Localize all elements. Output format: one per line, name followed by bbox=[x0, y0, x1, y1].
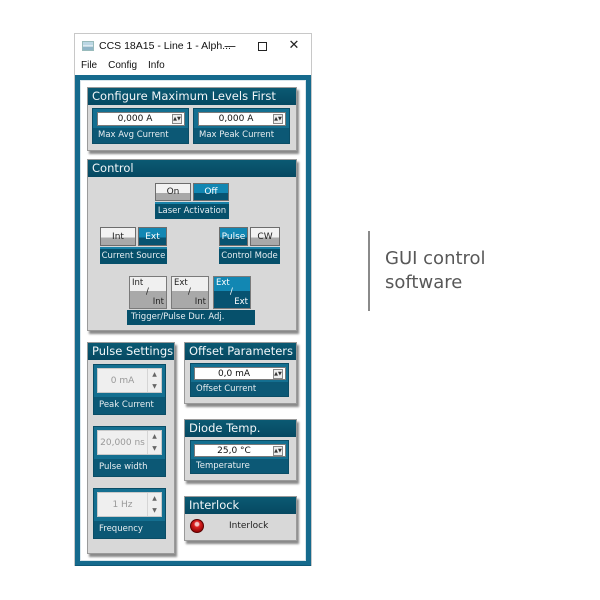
diode-temp-title: Diode Temp. bbox=[185, 420, 296, 437]
spinner-arrows-icon[interactable]: ▲▼ bbox=[273, 445, 283, 456]
interlock-title: Interlock bbox=[185, 497, 296, 514]
max-avg-current-spinner[interactable]: 0,000 A ▲▼ bbox=[97, 112, 185, 126]
frequency-value: 1 Hz bbox=[112, 499, 133, 510]
trigger-label: Trigger/Pulse Dur. Adj. bbox=[127, 310, 255, 325]
content-frame: Configure Maximum Levels First 0,000 A ▲… bbox=[80, 80, 306, 561]
temperature-value: 25,0 °C bbox=[217, 445, 251, 456]
max-levels-title: Configure Maximum Levels First bbox=[88, 88, 296, 105]
maximize-icon bbox=[257, 42, 267, 51]
temperature-label: Temperature bbox=[196, 461, 250, 471]
pulse-width-value: 20,000 ns bbox=[100, 437, 145, 448]
peak-current-value: 0 mA bbox=[110, 375, 135, 386]
app-icon bbox=[82, 41, 94, 51]
frequency-label: Frequency bbox=[99, 524, 143, 534]
spinner-arrows-icon[interactable]: ▲▼ bbox=[172, 114, 182, 124]
source-ext-button[interactable]: Ext bbox=[138, 227, 167, 246]
offset-current-spinner[interactable]: 0,0 mA ▲▼ bbox=[194, 367, 286, 380]
max-levels-panel: Configure Maximum Levels First 0,000 A ▲… bbox=[87, 87, 297, 151]
pulse-width-field: 20,000 ns ▲ ▼ Pulse width bbox=[93, 426, 166, 477]
trigger-group: Int / Int Ext / Int Ext / Ext Trigger/Pulse Du… bbox=[127, 273, 255, 325]
minimize-button[interactable]: — bbox=[214, 34, 246, 58]
laser-off-button[interactable]: Off bbox=[193, 183, 229, 201]
offset-panel: Offset Parameters 0,0 mA ▲▼ Offset Curre… bbox=[184, 342, 297, 404]
menu-bar: File Config Info bbox=[75, 58, 311, 75]
window-title: CCS 18A15 - Line 1 - Alph... bbox=[99, 40, 231, 52]
interlock-panel: Interlock Interlock bbox=[184, 496, 297, 541]
control-mode-label: Control Mode bbox=[219, 249, 280, 264]
caption-divider bbox=[368, 231, 370, 311]
pulse-width-spinner[interactable]: 20,000 ns ▲ ▼ bbox=[97, 430, 162, 455]
spinner-arrows-icon[interactable]: ▲▼ bbox=[147, 431, 161, 454]
source-int-button[interactable]: Int bbox=[100, 227, 136, 246]
interlock-led-icon bbox=[190, 519, 204, 533]
title-bar: CCS 18A15 - Line 1 - Alph... — ✕ bbox=[75, 34, 311, 58]
max-avg-current-label: Max Avg Current bbox=[98, 130, 169, 140]
spinner-arrows-icon[interactable]: ▲▼ bbox=[147, 369, 161, 392]
frequency-field: 1 Hz ▲ ▼ Frequency bbox=[93, 488, 166, 539]
control-panel: Control On Off Laser Activation Int Ext … bbox=[87, 159, 297, 331]
trigger-ext-int-button[interactable]: Ext / Int bbox=[171, 276, 209, 309]
spinner-arrows-icon[interactable]: ▲▼ bbox=[273, 114, 283, 124]
trigger-ext-ext-button[interactable]: Ext / Ext bbox=[213, 276, 251, 309]
max-peak-current-spinner[interactable]: 0,000 A ▲▼ bbox=[198, 112, 286, 126]
max-peak-current-label: Max Peak Current bbox=[199, 130, 275, 140]
offset-current-value: 0,0 mA bbox=[217, 368, 251, 379]
app-window: CCS 18A15 - Line 1 - Alph... — ✕ File Co… bbox=[74, 33, 312, 566]
laser-activation-label: Laser Activation bbox=[155, 204, 229, 219]
offset-current-field: 0,0 mA ▲▼ Offset Current bbox=[190, 363, 289, 397]
caption-line-1: GUI control bbox=[385, 248, 486, 269]
max-peak-field: 0,000 A ▲▼ Max Peak Current bbox=[193, 108, 290, 144]
temperature-field: 25,0 °C ▲▼ Temperature bbox=[190, 440, 289, 474]
caption-line-2: software bbox=[385, 272, 463, 293]
menu-config[interactable]: Config bbox=[102, 58, 142, 75]
interlock-label: Interlock bbox=[229, 521, 269, 531]
max-avg-current-value: 0,000 A bbox=[117, 114, 153, 124]
peak-current-field: 0 mA ▲ ▼ Peak Current bbox=[93, 364, 166, 415]
menu-file[interactable]: File bbox=[75, 58, 102, 75]
close-button[interactable]: ✕ bbox=[278, 34, 310, 58]
client-area: Configure Maximum Levels First 0,000 A ▲… bbox=[75, 75, 311, 566]
frequency-spinner[interactable]: 1 Hz ▲ ▼ bbox=[97, 492, 162, 517]
max-avg-field: 0,000 A ▲▼ Max Avg Current bbox=[92, 108, 189, 144]
mode-pulse-button[interactable]: Pulse bbox=[219, 227, 248, 246]
pulse-settings-title: Pulse Settings bbox=[88, 343, 174, 360]
laser-on-button[interactable]: On bbox=[155, 183, 191, 201]
spinner-arrows-icon[interactable]: ▲▼ bbox=[147, 493, 161, 516]
pulse-width-label: Pulse width bbox=[99, 462, 148, 472]
max-peak-current-value: 0,000 A bbox=[218, 114, 254, 124]
trigger-int-int-button[interactable]: Int / Int bbox=[129, 276, 167, 309]
current-source-label: Current Source bbox=[100, 249, 167, 264]
maximize-button[interactable] bbox=[246, 34, 278, 58]
spinner-arrows-icon[interactable]: ▲▼ bbox=[273, 368, 283, 379]
offset-title: Offset Parameters bbox=[185, 343, 296, 360]
caption: GUI control software bbox=[385, 247, 486, 295]
control-title: Control bbox=[88, 160, 296, 177]
peak-current-spinner[interactable]: 0 mA ▲ ▼ bbox=[97, 368, 162, 393]
temperature-spinner[interactable]: 25,0 °C ▲▼ bbox=[194, 444, 286, 457]
diode-temp-panel: Diode Temp. 25,0 °C ▲▼ Temperature bbox=[184, 419, 297, 481]
offset-current-label: Offset Current bbox=[196, 384, 257, 394]
peak-current-label: Peak Current bbox=[99, 400, 154, 410]
mode-cw-button[interactable]: CW bbox=[250, 227, 280, 246]
menu-info[interactable]: Info bbox=[142, 58, 170, 75]
pulse-settings-panel: Pulse Settings 0 mA ▲ ▼ Peak Current 20,0… bbox=[87, 342, 175, 554]
